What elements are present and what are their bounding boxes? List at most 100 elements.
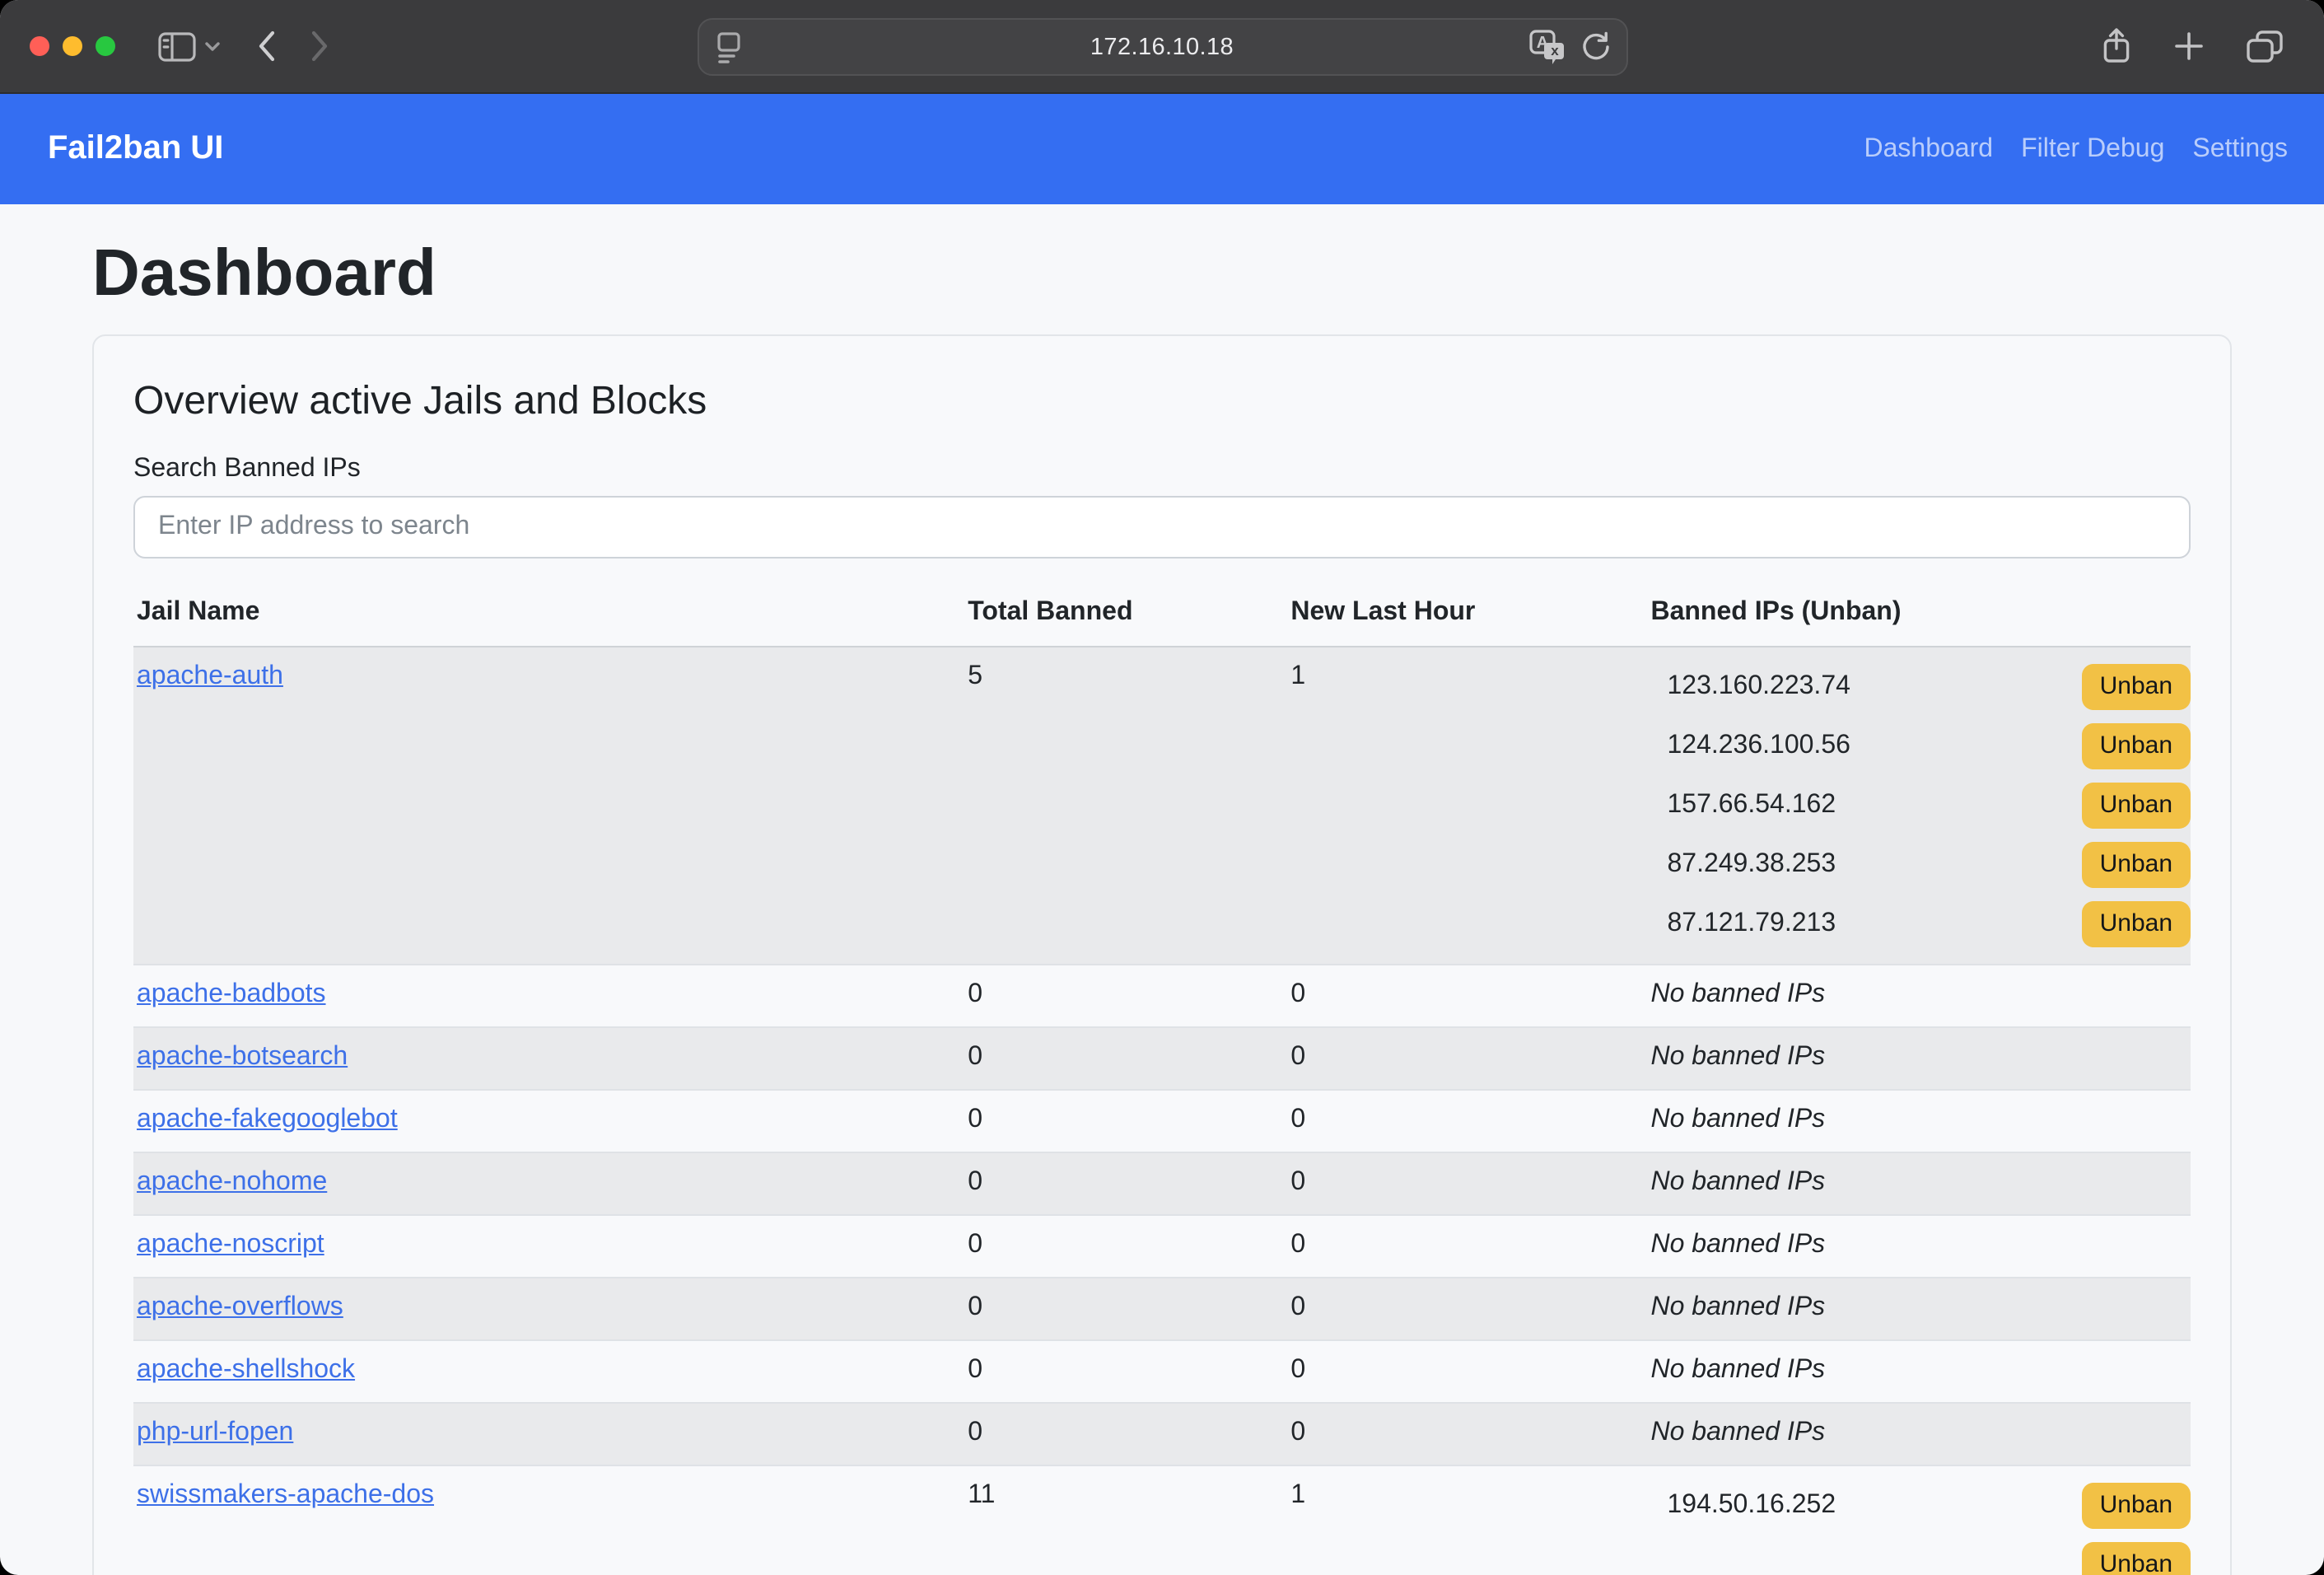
- fullscreen-window-button[interactable]: [96, 36, 115, 56]
- unban-button[interactable]: Unban: [2082, 901, 2191, 947]
- back-button[interactable]: [257, 30, 277, 63]
- no-banned-ips-text: No banned IPs: [1650, 1168, 1825, 1196]
- nav-link-settings[interactable]: Settings: [2192, 134, 2288, 164]
- translate-icon[interactable]: A x: [1528, 30, 1565, 64]
- minimize-window-button[interactable]: [63, 36, 82, 56]
- banned-ip-address: 157.66.54.162: [1667, 791, 1836, 820]
- jail-name-cell: apache-shellshock: [133, 1340, 964, 1403]
- toolbar-right-controls: [2100, 26, 2294, 66]
- banned-ips-cell: No banned IPs: [1647, 1340, 2191, 1403]
- unban-button[interactable]: Unban: [2082, 842, 2191, 888]
- new-last-hour-cell: 1: [1287, 647, 1647, 965]
- banned-ip-row: 87.249.38.253 Unban: [1667, 842, 2191, 888]
- total-banned-cell: 0: [964, 1090, 1287, 1152]
- url-text[interactable]: 172.16.10.18: [698, 20, 1626, 74]
- jail-name-cell: swissmakers-apache-dos: [133, 1465, 964, 1575]
- search-label: Search Banned IPs: [133, 455, 2191, 484]
- banned-ip-address: 87.121.79.213: [1667, 909, 1836, 939]
- no-banned-ips-text: No banned IPs: [1650, 1105, 1825, 1133]
- sidebar-toggle-icon[interactable]: [158, 30, 196, 62]
- no-banned-ips-text: No banned IPs: [1650, 980, 1825, 1008]
- card-title: Overview active Jails and Blocks: [133, 379, 2191, 425]
- table-row: apache-noscript00No banned IPs: [133, 1215, 2191, 1278]
- jails-table: Jail Name Total Banned New Last Hour Ban…: [133, 582, 2191, 1575]
- browser-toolbar: 172.16.10.18 A x: [0, 0, 2324, 94]
- table-row: apache-overflows00No banned IPs: [133, 1278, 2191, 1340]
- jail-link[interactable]: apache-noscript: [137, 1231, 324, 1259]
- total-banned-cell: 0: [964, 965, 1287, 1027]
- total-banned-cell: 5: [964, 647, 1287, 965]
- sidebar-dropdown-chevron-icon[interactable]: [204, 40, 221, 52]
- total-banned-cell: 11: [964, 1465, 1287, 1575]
- close-window-button[interactable]: [30, 36, 49, 56]
- jail-link[interactable]: apache-badbots: [137, 980, 326, 1008]
- unban-button[interactable]: Unban: [2082, 1483, 2191, 1529]
- nav-link-filter-debug[interactable]: Filter Debug: [2021, 134, 2164, 164]
- unban-button[interactable]: Unban: [2082, 783, 2191, 829]
- jail-link[interactable]: apache-overflows: [137, 1293, 343, 1321]
- no-banned-ips-text: No banned IPs: [1650, 1231, 1825, 1259]
- window-controls: [30, 36, 115, 56]
- unban-button[interactable]: Unban: [2082, 723, 2191, 769]
- svg-text:x: x: [1550, 43, 1558, 58]
- table-row: apache-badbots00No banned IPs: [133, 965, 2191, 1027]
- jail-name-cell: php-url-fopen: [133, 1403, 964, 1465]
- banned-ip-row: 157.66.54.162 Unban: [1667, 783, 2191, 829]
- tab-overview-icon[interactable]: [2245, 29, 2284, 63]
- table-row: apache-nohome00No banned IPs: [133, 1152, 2191, 1215]
- forward-button[interactable]: [310, 30, 329, 63]
- no-banned-ips-text: No banned IPs: [1650, 1418, 1825, 1446]
- banned-ip-row: 194.50.16.252 Unban: [1667, 1483, 2191, 1529]
- search-input[interactable]: [133, 496, 2191, 558]
- no-banned-ips-text: No banned IPs: [1650, 1043, 1825, 1071]
- share-icon[interactable]: [2100, 26, 2133, 66]
- banned-ips-cell: No banned IPs: [1647, 1278, 2191, 1340]
- jail-name-cell: apache-nohome: [133, 1152, 964, 1215]
- nav-link-dashboard[interactable]: Dashboard: [1864, 134, 1994, 164]
- jail-link[interactable]: apache-botsearch: [137, 1043, 348, 1071]
- total-banned-cell: 0: [964, 1027, 1287, 1090]
- banned-ips-cell: 194.50.16.252 Unban Unban: [1647, 1465, 2191, 1575]
- new-last-hour-cell: 0: [1287, 1278, 1647, 1340]
- header-total-banned: Total Banned: [964, 582, 1287, 647]
- no-banned-ips-text: No banned IPs: [1650, 1356, 1825, 1384]
- jail-link[interactable]: apache-nohome: [137, 1168, 327, 1196]
- banned-ip-row: 87.121.79.213 Unban: [1667, 901, 2191, 947]
- banned-ip-row: 124.236.100.56Unban: [1667, 723, 2191, 769]
- brand-link[interactable]: Fail2ban UI: [48, 130, 223, 168]
- new-last-hour-cell: 1: [1287, 1465, 1647, 1575]
- banned-ip-address: 87.249.38.253: [1667, 850, 1836, 880]
- table-row: apache-shellshock00No banned IPs: [133, 1340, 2191, 1403]
- address-bar[interactable]: 172.16.10.18 A x: [697, 18, 1627, 76]
- total-banned-cell: 0: [964, 1215, 1287, 1278]
- header-jail-name: Jail Name: [133, 582, 964, 647]
- jail-link[interactable]: swissmakers-apache-dos: [137, 1481, 434, 1509]
- jail-name-cell: apache-overflows: [133, 1278, 964, 1340]
- jail-name-cell: apache-fakegooglebot: [133, 1090, 964, 1152]
- new-last-hour-cell: 0: [1287, 1152, 1647, 1215]
- unban-button[interactable]: Unban: [2082, 664, 2191, 710]
- jail-name-cell: apache-badbots: [133, 965, 964, 1027]
- jail-link[interactable]: apache-auth: [137, 662, 283, 690]
- new-tab-icon[interactable]: [2174, 31, 2204, 61]
- banned-ips-cell: No banned IPs: [1647, 1215, 2191, 1278]
- total-banned-cell: 0: [964, 1152, 1287, 1215]
- jail-link[interactable]: apache-shellshock: [137, 1356, 355, 1384]
- banned-ips-cell: No banned IPs: [1647, 1027, 2191, 1090]
- new-last-hour-cell: 0: [1287, 1340, 1647, 1403]
- jail-link[interactable]: php-url-fopen: [137, 1418, 293, 1446]
- page-title: Dashboard: [92, 234, 2232, 313]
- total-banned-cell: 0: [964, 1403, 1287, 1465]
- banned-ip-address: 194.50.16.252: [1667, 1491, 1836, 1521]
- jails-overview-card: Overview active Jails and Blocks Search …: [92, 334, 2232, 1575]
- banned-ips-cell: No banned IPs: [1647, 965, 2191, 1027]
- new-last-hour-cell: 0: [1287, 965, 1647, 1027]
- new-last-hour-cell: 0: [1287, 1027, 1647, 1090]
- main-content: Dashboard Overview active Jails and Bloc…: [0, 204, 2324, 1575]
- nav-links: Dashboard Filter Debug Settings: [1864, 134, 2289, 164]
- app-navbar: Fail2ban UI Dashboard Filter Debug Setti…: [0, 94, 2324, 204]
- jail-link[interactable]: apache-fakegooglebot: [137, 1105, 398, 1133]
- unban-button[interactable]: Unban: [2082, 1542, 2191, 1575]
- new-last-hour-cell: 0: [1287, 1215, 1647, 1278]
- reload-icon[interactable]: [1580, 30, 1611, 64]
